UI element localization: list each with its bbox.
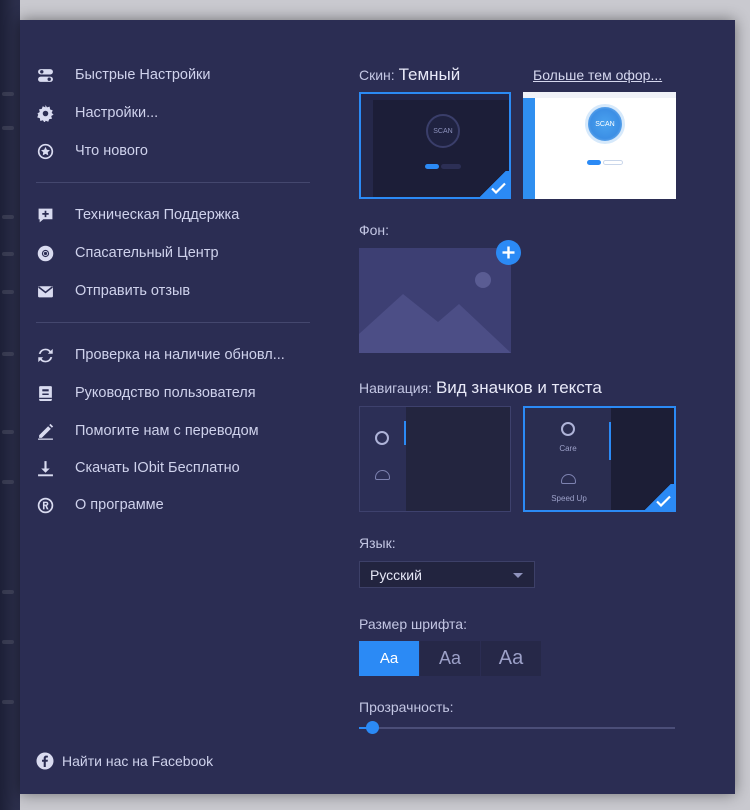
skin-thumb-dark[interactable]: SCAN [359, 92, 511, 199]
main-menu: Быстрые Настройки Настройки... Что новог… [20, 20, 320, 794]
menu-item-quick-settings[interactable]: Быстрые Настройки [36, 62, 316, 88]
envelope-icon [36, 282, 54, 300]
selected-check [477, 171, 509, 197]
transparency-slider-handle[interactable] [365, 721, 379, 734]
menu-item-user-manual[interactable]: Руководство пользователя [36, 380, 316, 406]
transparency-slider-track[interactable] [359, 727, 675, 729]
menu-item-settings[interactable]: Настройки... [36, 100, 316, 126]
font-size-large-button[interactable]: Aa [481, 641, 541, 676]
menu-item-whats-new[interactable]: Что нового [36, 138, 316, 164]
check-icon [491, 182, 506, 194]
plus-icon [502, 246, 515, 259]
menu-item-label: Спасательный Центр [75, 245, 219, 261]
facebook-icon [36, 752, 54, 770]
menu-item-label: Отправить отзыв [75, 283, 191, 299]
more-themes-link[interactable]: Больше тем офор... [533, 67, 676, 83]
toggle-icon [36, 66, 54, 84]
language-select[interactable]: Русский [359, 561, 535, 588]
facebook-label: Найти нас на Facebook [62, 753, 214, 769]
menu-item-help-translate[interactable]: Помогите нам с переводом [36, 418, 316, 444]
menu-item-label: О программе [75, 497, 164, 513]
menu-divider [36, 182, 310, 183]
support-chat-icon [36, 206, 54, 224]
transparency-label: Прозрачность: [359, 699, 454, 715]
scan-preview-light: SCAN [585, 104, 625, 144]
navigation-label: Навигация: Вид значков и текста [359, 378, 602, 397]
menu-divider [36, 322, 310, 323]
skin-label: Скин: Темный [359, 65, 461, 84]
settings-menu-panel: Быстрые Настройки Настройки... Что новог… [20, 20, 735, 794]
facebook-link[interactable]: Найти нас на Facebook [36, 752, 213, 770]
chevron-down-icon [513, 573, 523, 578]
selected-check [642, 484, 674, 510]
care-icon [375, 431, 389, 445]
background-window-edge [0, 0, 20, 810]
star-icon [36, 142, 54, 160]
menu-item-label: Проверка на наличие обновл... [75, 347, 285, 363]
nav-thumb-icons-only[interactable] [359, 406, 511, 512]
menu-item-send-feedback[interactable]: Отправить отзыв [36, 278, 316, 304]
pencil-icon [36, 422, 54, 440]
menu-item-check-updates[interactable]: Проверка на наличие обновл... [36, 342, 316, 368]
manual-icon [36, 384, 54, 402]
language-value: Русский [370, 566, 422, 583]
gear-icon [36, 104, 54, 122]
menu-item-label: Что нового [75, 143, 148, 159]
check-icon [656, 495, 671, 507]
skin-thumb-light[interactable]: SCAN [523, 92, 676, 199]
speedup-icon [375, 470, 390, 480]
download-icon [36, 459, 54, 477]
care-icon [561, 422, 575, 436]
menu-item-label: Скачать IObit Бесплатно [75, 460, 240, 476]
add-background-button[interactable] [496, 240, 521, 265]
scan-preview-dark: SCAN [426, 114, 460, 148]
language-label: Язык: [359, 535, 396, 551]
nav-thumb-icons-text[interactable]: Care Speed Up [523, 406, 676, 512]
speedup-caption: Speed Up [551, 494, 587, 503]
speedup-icon [561, 474, 576, 484]
landscape-image-icon [359, 272, 511, 353]
background-image-preview[interactable] [359, 248, 511, 353]
registered-icon [36, 496, 54, 514]
font-size-medium-button[interactable]: Aa [420, 641, 480, 676]
font-size-label: Размер шрифта: [359, 616, 467, 632]
care-caption: Care [559, 444, 577, 453]
menu-item-label: Техническая Поддержка [75, 207, 240, 223]
menu-item-rescue-center[interactable]: Спасательный Центр [36, 240, 316, 266]
lifebuoy-icon [36, 244, 54, 262]
skin-value: Темный [398, 65, 461, 84]
menu-item-label: Настройки... [75, 105, 159, 121]
background-label: Фон: [359, 222, 390, 238]
menu-item-tech-support[interactable]: Техническая Поддержка [36, 202, 316, 228]
navigation-value: Вид значков и текста [435, 378, 602, 397]
menu-item-about[interactable]: О программе [36, 492, 316, 518]
refresh-icon [36, 346, 54, 364]
menu-item-label: Помогите нам с переводом [75, 423, 259, 439]
menu-item-label: Быстрые Настройки [75, 67, 211, 83]
font-size-small-button[interactable]: Aa [359, 641, 419, 676]
menu-item-download-iobit[interactable]: Скачать IObit Бесплатно [36, 455, 316, 481]
menu-item-label: Руководство пользователя [75, 385, 256, 401]
